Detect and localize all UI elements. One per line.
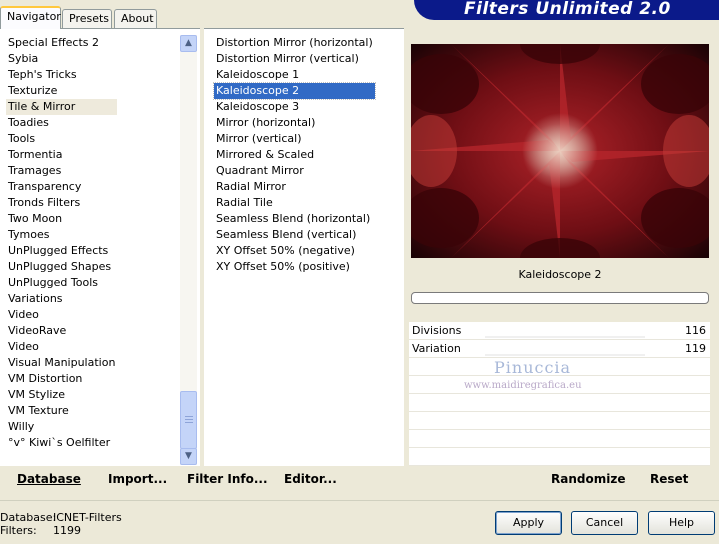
category-item[interactable]: Visual Manipulation <box>6 355 117 371</box>
tab-navigator[interactable]: Navigator <box>0 6 61 29</box>
filters-info: Filters: 1199 <box>0 524 81 537</box>
database-value: ICNET-Filters <box>53 511 122 524</box>
category-item[interactable]: Tymoes <box>6 227 117 243</box>
category-panel: Special Effects 2 Sybia Teph's Tricks Textu… <box>0 28 200 466</box>
database-label: Database: <box>0 511 57 524</box>
chevron-down-icon[interactable]: ▼ <box>180 448 197 465</box>
param-row-empty <box>409 394 710 412</box>
category-item[interactable]: Tramages <box>6 163 117 179</box>
param-label: Variation <box>412 342 461 355</box>
cancel-button[interactable]: Cancel <box>571 511 638 535</box>
category-item[interactable]: Tronds Filters <box>6 195 117 211</box>
watermark-url: www.maidiregrafica.eu <box>464 380 582 391</box>
footer-separator <box>0 500 719 501</box>
category-item[interactable]: Willy <box>6 419 117 435</box>
param-row-empty <box>409 412 710 430</box>
category-item[interactable]: Teph's Tricks <box>6 67 117 83</box>
category-item[interactable]: UnPlugged Tools <box>6 275 117 291</box>
category-item[interactable]: Special Effects 2 <box>6 35 117 51</box>
preview-image <box>411 44 709 258</box>
category-item[interactable]: Transparency <box>6 179 117 195</box>
param-row-empty <box>409 430 710 448</box>
filter-panel: Distortion Mirror (horizontal) Distortion… <box>204 28 404 466</box>
category-item[interactable]: Toadies <box>6 115 117 131</box>
editor-button[interactable]: Editor... <box>284 472 337 486</box>
filter-item[interactable]: XY Offset 50% (positive) <box>214 259 375 275</box>
category-list: Special Effects 2 Sybia Teph's Tricks Textu… <box>6 35 118 451</box>
category-item[interactable]: VM Texture <box>6 403 117 419</box>
parameter-area: Divisions 116 Variation 119 <box>409 322 710 466</box>
category-scrollbar[interactable]: ▲ ▼ <box>180 35 197 465</box>
filter-item[interactable]: Quadrant Mirror <box>214 163 375 179</box>
filter-item[interactable]: Distortion Mirror (horizontal) <box>214 35 375 51</box>
chevron-up-icon[interactable]: ▲ <box>180 35 197 52</box>
category-item[interactable]: Video <box>6 307 117 323</box>
reset-button[interactable]: Reset <box>650 472 688 486</box>
watermark-name: Pinuccia <box>494 358 572 377</box>
scrollbar-thumb[interactable] <box>180 391 197 449</box>
help-button[interactable]: Help <box>648 511 715 535</box>
category-item[interactable]: Tools <box>6 131 117 147</box>
filter-item[interactable]: Kaleidoscope 3 <box>214 99 375 115</box>
tab-bar: Navigator Presets About Filters Unlimite… <box>0 0 719 29</box>
tab-about[interactable]: About <box>114 9 157 28</box>
param-value: 119 <box>685 342 706 355</box>
filter-info-button[interactable]: Filter Info... <box>187 472 268 486</box>
filters-label: Filters: <box>0 524 37 537</box>
brand-title: Filters Unlimited 2.0 <box>464 0 671 19</box>
category-item[interactable]: VM Stylize <box>6 387 117 403</box>
filter-item[interactable]: Radial Mirror <box>214 179 375 195</box>
filter-item[interactable]: Seamless Blend (vertical) <box>214 227 375 243</box>
filters-value: 1199 <box>53 524 81 537</box>
category-item[interactable]: Variations <box>6 291 117 307</box>
progress-bar <box>411 292 709 304</box>
param-row-divisions[interactable]: Divisions 116 <box>409 322 710 340</box>
category-item[interactable]: Video <box>6 339 117 355</box>
import-button[interactable]: Import... <box>108 472 167 486</box>
filter-item[interactable]: XY Offset 50% (negative) <box>214 243 375 259</box>
param-value: 116 <box>685 324 706 337</box>
filter-title: Kaleidoscope 2 <box>518 268 602 281</box>
param-slider[interactable] <box>485 336 645 338</box>
filter-item[interactable]: Mirrored & Scaled <box>214 147 375 163</box>
category-item[interactable]: Two Moon <box>6 211 117 227</box>
filter-item[interactable]: Radial Tile <box>214 195 375 211</box>
category-item[interactable]: °v° Kiwi`s Oelfilter <box>6 435 117 451</box>
category-item[interactable]: Texturize <box>6 83 117 99</box>
database-info: Database: ICNET-Filters <box>0 511 122 524</box>
filter-item[interactable]: Seamless Blend (horizontal) <box>214 211 375 227</box>
param-row-empty <box>409 448 710 466</box>
param-label: Divisions <box>412 324 462 337</box>
category-item[interactable]: UnPlugged Effects <box>6 243 117 259</box>
filter-item[interactable]: Mirror (vertical) <box>214 131 375 147</box>
filter-item[interactable]: Mirror (horizontal) <box>214 115 375 131</box>
database-button[interactable]: Database <box>17 472 81 486</box>
apply-button[interactable]: Apply <box>495 511 562 535</box>
param-row-variation[interactable]: Variation 119 <box>409 340 710 358</box>
category-item[interactable]: VM Distortion <box>6 371 117 387</box>
kaleidoscope-preview <box>411 44 709 258</box>
category-item[interactable]: UnPlugged Shapes <box>6 259 117 275</box>
category-item[interactable]: Sybia <box>6 51 117 67</box>
category-item[interactable]: Tormentia <box>6 147 117 163</box>
category-item[interactable]: Tile & Mirror <box>6 99 118 115</box>
filter-item[interactable]: Kaleidoscope 2 <box>213 82 376 100</box>
filter-list: Distortion Mirror (horizontal) Distortion… <box>213 35 376 275</box>
tab-presets[interactable]: Presets <box>62 9 112 28</box>
randomize-button[interactable]: Randomize <box>551 472 625 486</box>
filter-item[interactable]: Distortion Mirror (vertical) <box>214 51 375 67</box>
filter-item[interactable]: Kaleidoscope 1 <box>214 67 375 83</box>
category-item[interactable]: VideoRave <box>6 323 117 339</box>
param-slider[interactable] <box>485 354 645 356</box>
